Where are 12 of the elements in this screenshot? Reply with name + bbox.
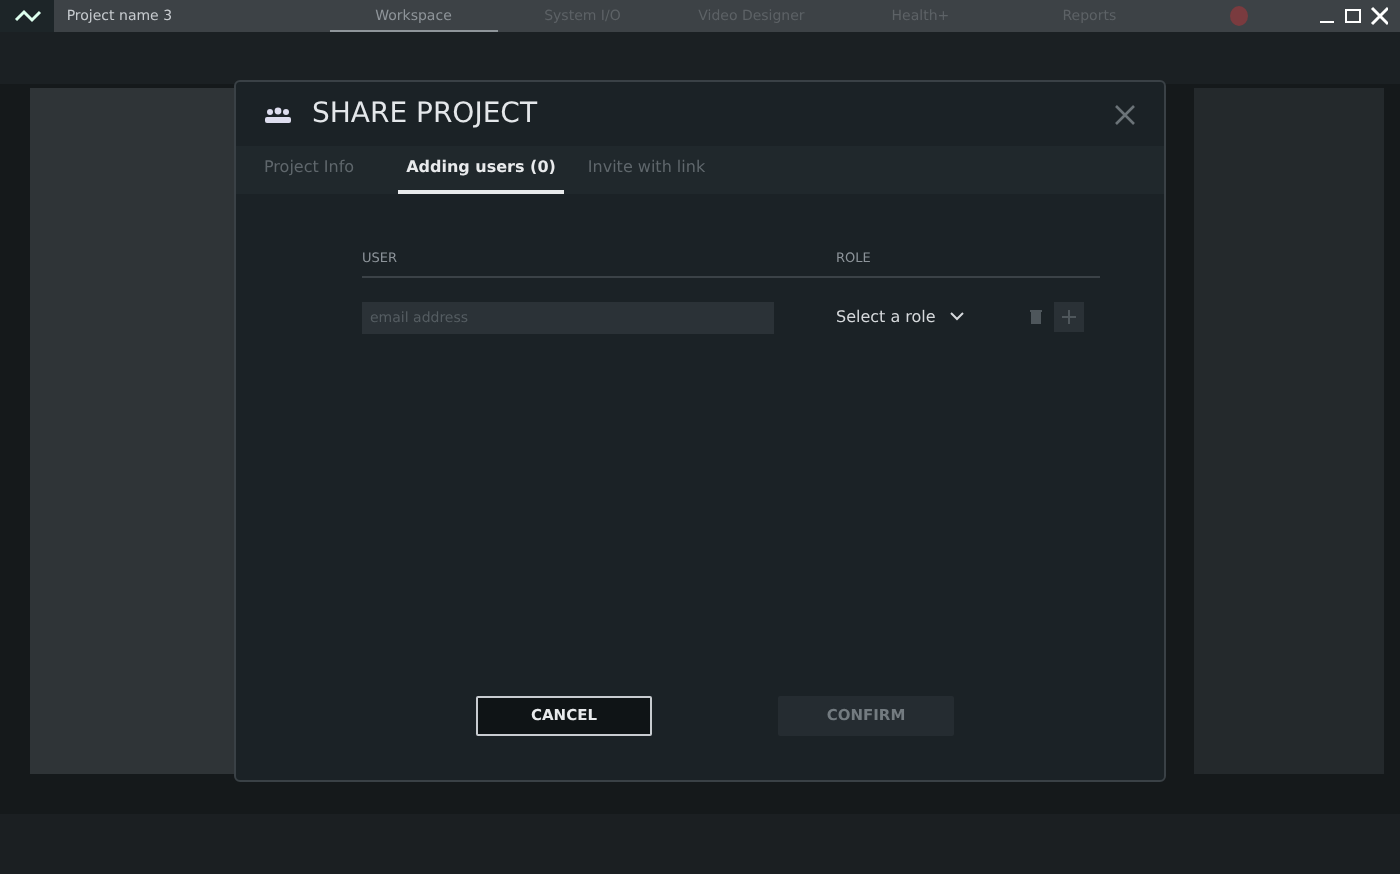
dialog-tab[interactable]: Adding users (0) [398, 146, 564, 194]
role-dropdown[interactable]: Select a role [836, 305, 1026, 330]
dialog-tab[interactable]: Project Info [264, 146, 375, 194]
close-button[interactable] [1114, 103, 1136, 125]
chevron-down-icon [949, 312, 964, 323]
plus-icon [1062, 310, 1076, 325]
dialog-tab[interactable]: Invite with link [587, 146, 726, 194]
users-icon [264, 105, 292, 123]
dialog-title: SHARE PROJECT [312, 95, 538, 133]
logo-icon [0, 0, 55, 32]
trash-icon[interactable] [1030, 310, 1042, 325]
avatar-icon[interactable] [1229, 6, 1249, 26]
